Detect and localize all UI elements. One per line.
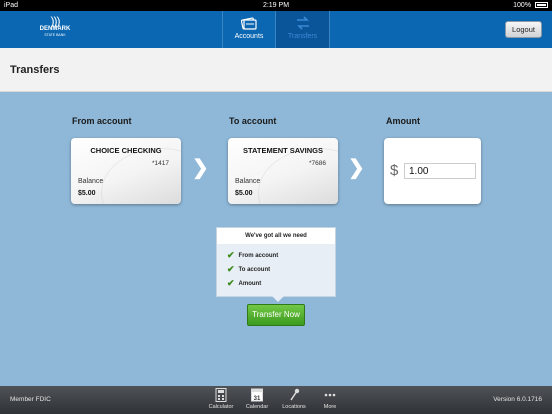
requirements-checklist: We've got all we need ✔ From account ✔ To … xyxy=(216,227,336,302)
checklist-item-label: Amount xyxy=(238,281,262,287)
status-bar: iPad 2:19 PM 100% xyxy=(0,0,552,11)
to-balance-label: Balance xyxy=(235,178,261,185)
checklist-item-label: From account xyxy=(238,253,279,259)
chevron-right-icon: ❯ xyxy=(348,157,365,179)
to-account-label: To account xyxy=(229,116,277,126)
tab-accounts-label: Accounts xyxy=(234,33,264,40)
battery-status: 100% xyxy=(513,0,548,11)
footer-bar: Member FDIC Calculator 31 Calendar Locat… xyxy=(0,386,552,414)
tab-transfers[interactable]: Transfers xyxy=(276,11,330,48)
footer-tab-more[interactable]: More xyxy=(313,388,347,410)
tab-transfers-label: Transfers xyxy=(287,33,318,40)
bank-logo: ))) DENMARK STATE BANK xyxy=(32,14,78,44)
checkmark-icon: ✔ xyxy=(227,264,235,274)
footer-tab-calculator[interactable]: Calculator xyxy=(204,388,238,410)
footer-tab-calendar[interactable]: 31 Calendar xyxy=(240,388,274,410)
callout-pointer xyxy=(272,296,284,302)
checklist-title: We've got all we need xyxy=(217,228,335,244)
to-balance-value: $5.00 xyxy=(235,190,253,197)
battery-icon xyxy=(535,2,548,9)
from-balance-label: Balance xyxy=(78,178,104,185)
logo-mark-icon: ))) xyxy=(50,14,61,28)
logout-button[interactable]: Logout xyxy=(505,21,542,38)
to-account-card[interactable]: STATEMENT SAVINGS *7686 Balance $5.00 xyxy=(228,138,338,204)
amount-card: $ xyxy=(384,138,481,204)
chevron-right-icon: ❯ xyxy=(192,157,209,179)
footer-tab-locations[interactable]: Locations xyxy=(277,388,311,410)
app-header: ))) DENMARK STATE BANK Accounts Transfer… xyxy=(0,11,552,48)
more-dots-icon xyxy=(324,393,336,397)
from-account-card[interactable]: CHOICE CHECKING *1417 Balance $5.00 xyxy=(71,138,181,204)
checklist-item: ✔ Amount xyxy=(227,278,261,289)
transfer-now-button[interactable]: Transfer Now xyxy=(247,304,305,326)
footer-tab-label: More xyxy=(323,404,337,410)
card-decoration xyxy=(101,148,181,204)
to-account-name: STATEMENT SAVINGS xyxy=(242,146,323,155)
to-account-number: *7686 xyxy=(309,160,326,167)
member-fdic-label: Member FDIC xyxy=(10,396,51,403)
checkmark-icon: ✔ xyxy=(227,250,235,260)
clock: 2:19 PM xyxy=(262,2,290,9)
amount-input[interactable] xyxy=(404,163,476,179)
footer-tab-label: Calculator xyxy=(208,404,234,410)
title-bar: Transfers xyxy=(0,48,552,92)
battery-percent: 100% xyxy=(513,2,532,9)
card-decoration xyxy=(258,148,338,204)
checklist-item: ✔ To account xyxy=(227,264,270,275)
from-account-number: *1417 xyxy=(152,160,169,167)
transfers-icon xyxy=(296,16,309,30)
currency-symbol: $ xyxy=(390,162,399,179)
from-account-label: From account xyxy=(72,116,132,126)
calendar-day: 31 xyxy=(254,396,261,402)
tab-accounts[interactable]: Accounts xyxy=(222,11,276,48)
page-title: Transfers xyxy=(10,64,60,76)
footer-tab-label: Calendar xyxy=(245,404,269,410)
calculator-icon xyxy=(215,388,227,402)
from-account-name: CHOICE CHECKING xyxy=(90,146,162,155)
amount-label: Amount xyxy=(386,116,420,126)
accounts-icon xyxy=(241,17,257,30)
location-pin-icon xyxy=(290,388,300,401)
from-balance-value: $5.00 xyxy=(78,190,96,197)
calendar-icon: 31 xyxy=(251,388,263,402)
checkmark-icon: ✔ xyxy=(227,278,235,288)
logo-name: DENMARK xyxy=(39,26,71,32)
checklist-item-label: To account xyxy=(238,267,271,273)
footer-tab-label: Locations xyxy=(282,404,306,410)
version-label: Version 6.0.1716 xyxy=(493,396,542,403)
checklist-item: ✔ From account xyxy=(227,250,278,261)
logo-subtitle: STATE BANK xyxy=(44,33,66,37)
